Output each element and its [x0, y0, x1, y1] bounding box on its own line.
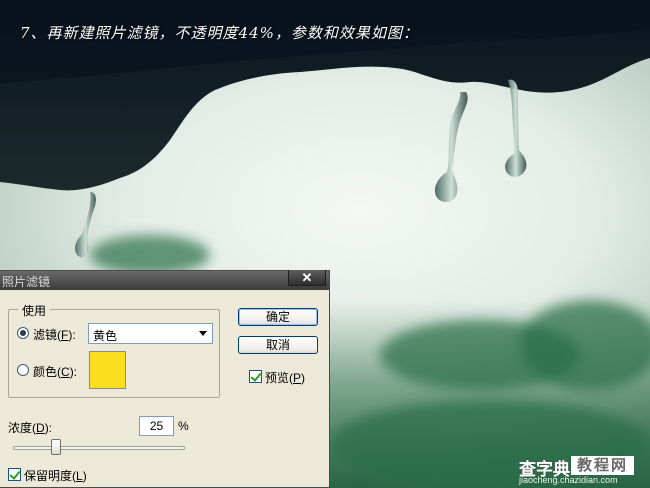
preserve-mnemonic-close: ) [82, 469, 87, 483]
watermark-boxed: 教程网 [571, 456, 635, 475]
instruction-caption: 7、再新建照片滤镜，不透明度44%，参数和效果如图： [20, 24, 419, 42]
watermark-url: jiaocheng.chazidian.com [519, 475, 618, 485]
use-group-label: 使用 [18, 302, 51, 319]
preserve-mnemonic: L [76, 469, 83, 483]
ok-button[interactable]: 确定 [238, 308, 318, 326]
density-slider-track[interactable] [13, 446, 185, 450]
color-swatch[interactable] [89, 351, 126, 389]
density-mnemonic: D [36, 421, 45, 435]
site-watermark: 查字典 教程网 jiaocheng.chazidian.com [519, 455, 649, 485]
filter-mnemonic-close: ): [68, 328, 76, 342]
density-label: 浓度(D): [8, 419, 52, 436]
close-button[interactable]: ✕ [288, 270, 326, 286]
close-icon: ✕ [301, 270, 313, 285]
filter-label-text: 滤镜 [33, 328, 58, 342]
chevron-down-icon [199, 331, 207, 336]
density-mnemonic-close: ): [44, 421, 53, 435]
filter-dropdown-value: 黄色 [93, 329, 118, 343]
preview-mnemonic-close: ) [301, 371, 306, 385]
density-input[interactable]: 25 [139, 416, 174, 436]
cancel-button[interactable]: 取消 [238, 336, 318, 354]
preserve-luminosity-checkbox[interactable] [8, 468, 21, 481]
dialog-title: 照片滤镜 [2, 275, 51, 289]
preview-label-text: 预览 [265, 371, 290, 385]
dialog-titlebar[interactable]: 照片滤镜 [0, 271, 329, 290]
filter-radio-label[interactable]: 滤镜(F): [33, 326, 76, 343]
density-slider-thumb[interactable] [51, 439, 61, 455]
preview-checkbox[interactable] [249, 370, 262, 383]
preview-label[interactable]: 预览(P) [265, 369, 305, 386]
color-radio[interactable] [17, 364, 29, 376]
density-label-text: 浓度 [8, 421, 33, 435]
preserve-luminosity-label[interactable]: 保留明度(L) [24, 467, 87, 484]
filter-dropdown[interactable]: 黄色 [88, 323, 213, 344]
color-radio-label[interactable]: 颜色(C): [33, 363, 77, 380]
color-label-text: 颜色 [33, 365, 58, 379]
preserve-luminosity-label-text: 保留明度 [24, 469, 73, 483]
color-mnemonic: C [61, 365, 70, 379]
density-unit: % [178, 419, 189, 433]
photo-filter-dialog: 照片滤镜 ✕ 使用 滤镜(F): 黄色 颜色(C): 确定 取消 预览(P) 浓… [0, 270, 330, 488]
preview-mnemonic: P [293, 371, 302, 385]
filter-radio[interactable] [17, 327, 29, 339]
color-mnemonic-close: ): [69, 365, 78, 379]
